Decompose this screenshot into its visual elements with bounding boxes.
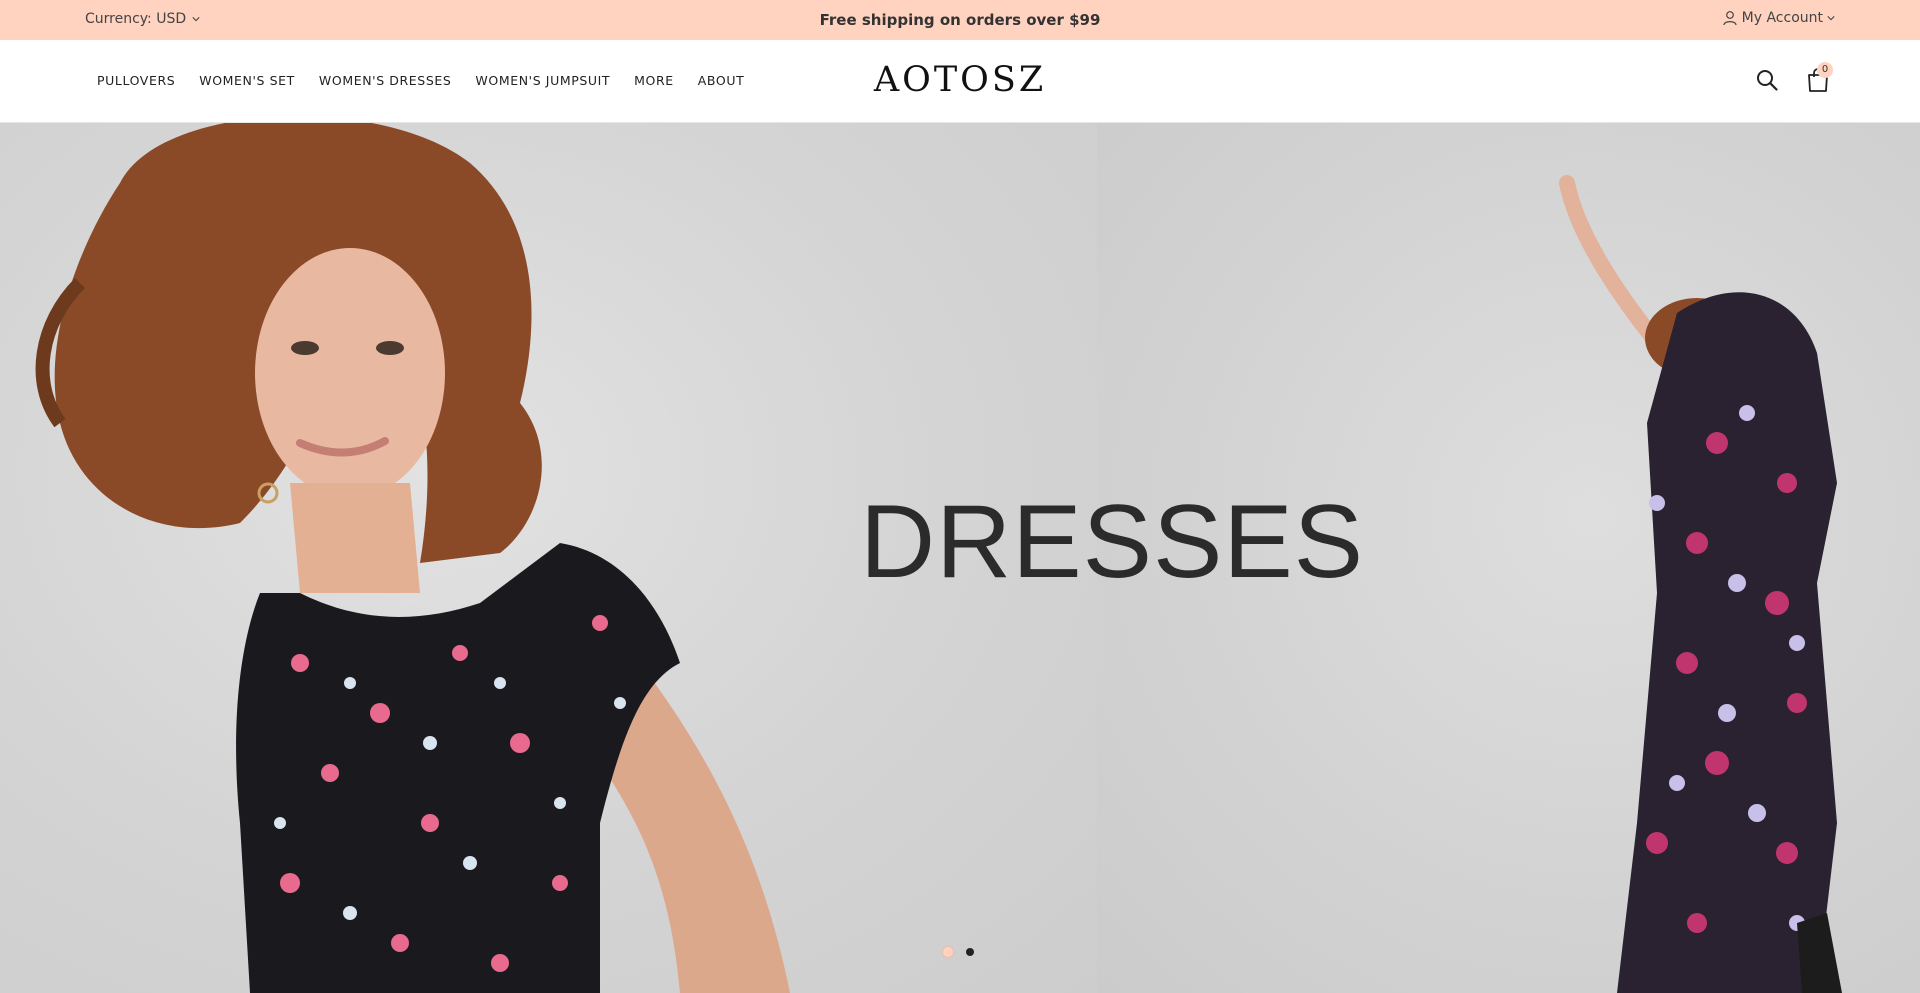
site-logo[interactable]: AOTOSZ: [870, 60, 1050, 100]
nav-item-pullovers[interactable]: PULLOVERS: [97, 73, 175, 88]
user-icon: [1723, 11, 1737, 26]
hero-slider[interactable]: DRESSES: [0, 123, 1920, 993]
slide-dot-2[interactable]: [966, 948, 974, 956]
announcement-bar: Currency: USD Free shipping on orders ov…: [0, 0, 1920, 40]
my-account-label: My Account: [1741, 10, 1823, 26]
nav-item-womens-jumpsuit[interactable]: WOMEN'S JUMPSUIT: [475, 73, 610, 88]
slider-pagination: [942, 946, 974, 958]
my-account-menu[interactable]: My Account: [1722, 10, 1835, 26]
chevron-down-icon: [1827, 16, 1835, 21]
hero-title: DRESSES: [860, 484, 1365, 600]
nav-item-more[interactable]: MORE: [634, 73, 674, 88]
main-navigation: PULLOVERS WOMEN'S SET WOMEN'S DRESSES WO…: [97, 73, 744, 88]
site-header: PULLOVERS WOMEN'S SET WOMEN'S DRESSES WO…: [0, 40, 1920, 123]
slide-dot-1[interactable]: [942, 946, 954, 958]
search-icon[interactable]: [1755, 68, 1779, 92]
nav-item-about[interactable]: ABOUT: [698, 73, 745, 88]
cart-count-badge: 0: [1817, 62, 1833, 78]
nav-item-womens-dresses[interactable]: WOMEN'S DRESSES: [319, 73, 452, 88]
nav-item-womens-set[interactable]: WOMEN'S SET: [199, 73, 295, 88]
shipping-announcement: Free shipping on orders over $99: [819, 11, 1101, 29]
